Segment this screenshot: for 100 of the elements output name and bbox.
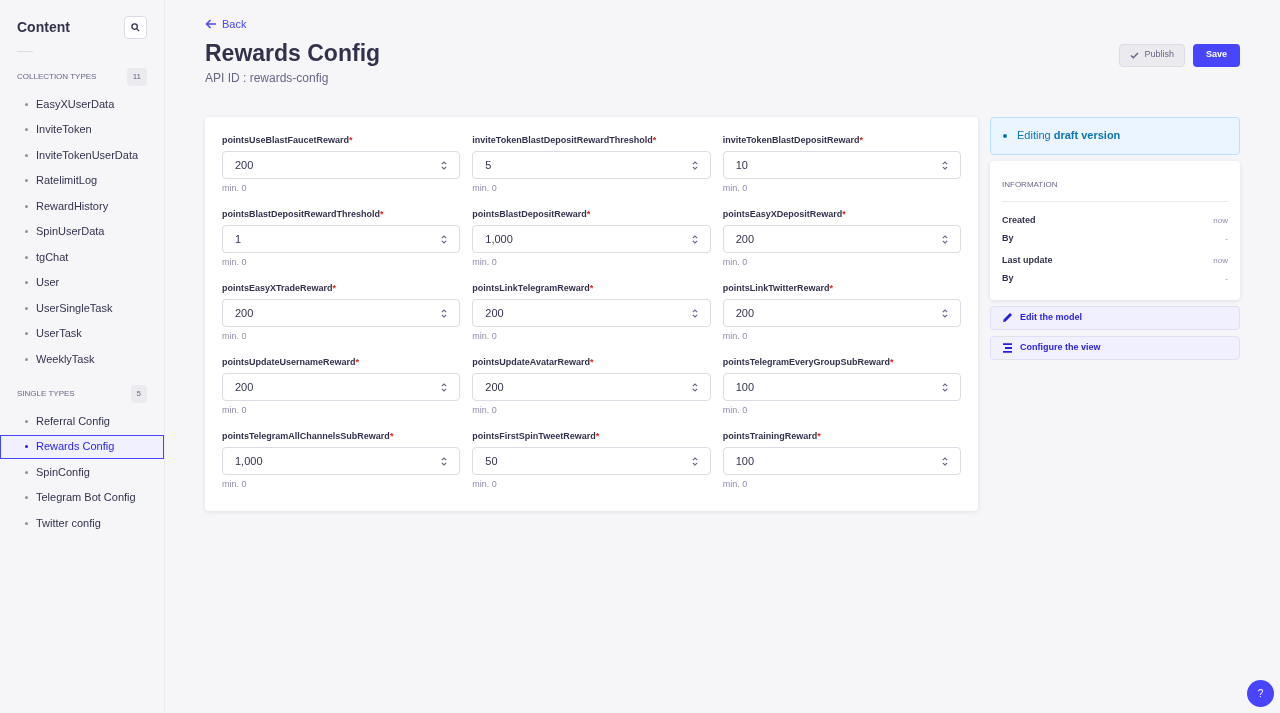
number-input[interactable]: 50 bbox=[472, 447, 711, 475]
field-label: pointsBlastDepositReward* bbox=[472, 207, 592, 221]
stepper-arrows-icon bbox=[942, 234, 948, 244]
field-label: pointsLinkTelegramReward* bbox=[472, 281, 595, 295]
list-icon bbox=[1002, 342, 1013, 353]
hint-text: min. 0 bbox=[222, 478, 248, 491]
stepper-arrows-icon bbox=[942, 308, 948, 318]
publish-button[interactable]: Publish bbox=[1119, 43, 1185, 67]
hint-text: min. 0 bbox=[722, 478, 749, 491]
field-label: pointsTrainingReward* bbox=[722, 429, 822, 443]
hint-text: min. 0 bbox=[472, 478, 498, 491]
sidebar-title: Content bbox=[17, 18, 70, 37]
hint-text: min. 0 bbox=[472, 182, 498, 195]
number-input[interactable]: 200 bbox=[222, 373, 461, 401]
sidebar-item[interactable]: UserTask bbox=[0, 321, 164, 346]
sidebar-item[interactable]: InviteToken bbox=[0, 117, 164, 142]
number-input[interactable]: 200 bbox=[222, 151, 461, 179]
field-label: pointsFirstSpinTweetReward* bbox=[472, 429, 601, 443]
search-button[interactable] bbox=[124, 16, 147, 39]
back-link[interactable]: Back bbox=[205, 16, 247, 33]
sidebar-item[interactable]: SpinConfig bbox=[0, 460, 164, 484]
sidebar-item[interactable]: WeeklyTask bbox=[0, 347, 164, 371]
number-input[interactable]: 5 bbox=[472, 151, 711, 179]
sidebar-item[interactable]: RatelimitLog bbox=[0, 168, 164, 193]
stepper-arrows-icon bbox=[691, 308, 698, 318]
hint-text: min. 0 bbox=[722, 404, 749, 417]
information-heading: INFORMATION bbox=[1002, 178, 1228, 202]
number-input[interactable]: 1,000 bbox=[472, 225, 711, 253]
stepper-arrows-icon bbox=[441, 308, 448, 318]
hint-text: min. 0 bbox=[222, 256, 248, 269]
field-label: pointsUseBlastFaucetReward* bbox=[222, 133, 354, 147]
hint-text: min. 0 bbox=[472, 330, 498, 343]
edit-model-link[interactable]: Edit the model bbox=[990, 305, 1240, 330]
save-button[interactable]: Save bbox=[1192, 43, 1240, 67]
hint-text: min. 0 bbox=[722, 182, 749, 195]
sidebar-item[interactable]: User bbox=[0, 270, 164, 295]
stepper-arrows-icon bbox=[942, 382, 948, 392]
page-title: Rewards Config bbox=[205, 38, 381, 68]
hint-text: min. 0 bbox=[472, 404, 498, 417]
configure-view-link[interactable]: Configure the view bbox=[990, 335, 1240, 360]
help-button[interactable]: ? bbox=[1247, 680, 1274, 707]
sidebar-item[interactable]: UserSingleTask bbox=[0, 296, 164, 320]
sidebar-item[interactable]: Rewards Config bbox=[0, 434, 164, 459]
sidebar-item[interactable]: Telegram Bot Config bbox=[0, 485, 164, 510]
field-label: inviteTokenBlastDepositRewardThreshold* bbox=[472, 133, 658, 147]
api-id-text: API ID : rewards-config bbox=[205, 69, 330, 87]
hint-text: min. 0 bbox=[222, 182, 248, 195]
sidebar-item[interactable]: EasyXUserData bbox=[0, 92, 164, 116]
hint-text: min. 0 bbox=[222, 330, 248, 343]
field-label: inviteTokenBlastDepositReward* bbox=[722, 133, 865, 147]
sidebar-item[interactable]: tgChat bbox=[0, 245, 164, 269]
info-label: By bbox=[1002, 231, 1014, 245]
info-value: - bbox=[1225, 232, 1228, 245]
number-input[interactable]: 100 bbox=[722, 447, 961, 475]
status-text: Editing draft version bbox=[1017, 128, 1121, 144]
count-badge: 11 bbox=[126, 68, 147, 86]
stepper-arrows-icon bbox=[441, 382, 448, 392]
number-input[interactable]: 1 bbox=[222, 225, 461, 253]
info-label: Last update bbox=[1002, 253, 1053, 267]
stepper-arrows-icon bbox=[441, 456, 448, 466]
sidebar-item[interactable]: Referral Config bbox=[0, 409, 164, 433]
field-label: pointsUpdateUsernameReward* bbox=[222, 355, 361, 369]
section-heading: SINGLE TYPES bbox=[17, 388, 75, 400]
stepper-arrows-icon bbox=[691, 234, 698, 244]
hint-text: min. 0 bbox=[472, 256, 498, 269]
sidebar-item[interactable]: Twitter config bbox=[0, 511, 164, 535]
number-input[interactable]: 200 bbox=[722, 299, 961, 327]
stepper-arrows-icon bbox=[691, 160, 698, 170]
hint-text: min. 0 bbox=[722, 256, 749, 269]
field-label: pointsUpdateAvatarReward* bbox=[472, 355, 595, 369]
hint-text: min. 0 bbox=[722, 330, 749, 343]
number-input[interactable]: 200 bbox=[722, 225, 961, 253]
number-input[interactable]: 200 bbox=[222, 299, 461, 327]
sidebar-item[interactable]: RewardHistory bbox=[0, 194, 164, 218]
info-value: now bbox=[1213, 254, 1228, 267]
number-input[interactable]: 200 bbox=[472, 373, 711, 401]
number-input[interactable]: 200 bbox=[472, 299, 711, 327]
info-value: - bbox=[1225, 272, 1228, 285]
info-label: By bbox=[1002, 271, 1014, 285]
field-label: pointsLinkTwitterReward* bbox=[722, 281, 834, 295]
field-label: pointsTelegramEveryGroupSubReward* bbox=[722, 355, 895, 369]
field-label: pointsEasyXDepositReward* bbox=[722, 207, 847, 221]
stepper-arrows-icon bbox=[441, 160, 448, 170]
field-label: pointsTelegramAllChannelsSubReward* bbox=[222, 429, 395, 443]
arrow-left-icon bbox=[205, 19, 217, 30]
search-icon bbox=[131, 23, 140, 32]
stepper-arrows-icon bbox=[691, 382, 698, 392]
sidebar-item[interactable]: InviteTokenUserData bbox=[0, 143, 164, 167]
section-heading: COLLECTION TYPES bbox=[17, 71, 97, 83]
count-badge: 5 bbox=[130, 385, 147, 403]
info-label: Created bbox=[1002, 213, 1036, 227]
field-label: pointsEasyXTradeReward* bbox=[222, 281, 338, 295]
sidebar-item[interactable]: SpinUserData bbox=[0, 219, 164, 244]
number-input[interactable]: 100 bbox=[722, 373, 961, 401]
stepper-arrows-icon bbox=[691, 456, 698, 466]
pencil-icon bbox=[1002, 312, 1013, 323]
number-input[interactable]: 10 bbox=[722, 151, 961, 179]
number-input[interactable]: 1,000 bbox=[222, 447, 461, 475]
stepper-arrows-icon bbox=[942, 456, 948, 466]
check-icon bbox=[1130, 51, 1140, 59]
